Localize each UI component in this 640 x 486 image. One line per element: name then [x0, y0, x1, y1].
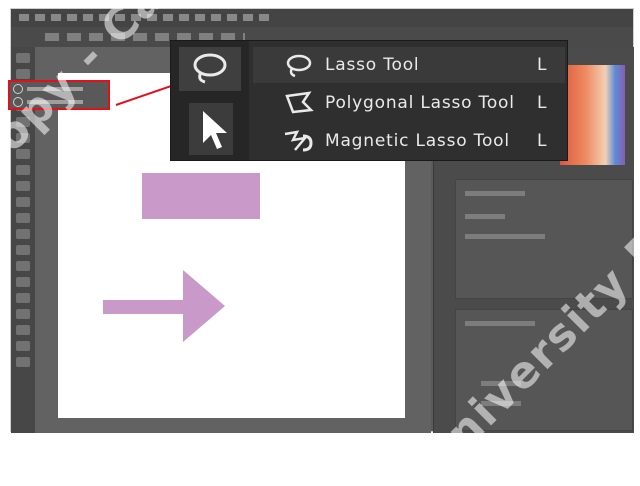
- layer-row[interactable]: [481, 381, 521, 386]
- magnetic-lasso-icon: [284, 130, 313, 152]
- tool-slot[interactable]: [16, 245, 30, 255]
- layer-row[interactable]: [481, 401, 521, 406]
- lasso-icon: [286, 54, 312, 78]
- panel-field: [465, 234, 545, 239]
- callout-text: [27, 99, 83, 104]
- pointer-icon: [203, 111, 227, 149]
- menu-item-label: Lasso Tool: [325, 55, 420, 75]
- tool-slot[interactable]: [16, 133, 30, 143]
- panel-heading: [465, 191, 525, 196]
- lasso-icon: [193, 53, 227, 84]
- tool-slot[interactable]: [16, 197, 30, 207]
- lasso-tool-button[interactable]: [179, 47, 241, 91]
- callout-text: [27, 86, 83, 91]
- tool-slot[interactable]: [16, 69, 30, 79]
- lasso-icon: [13, 96, 23, 107]
- shortcut-key: L: [537, 55, 547, 75]
- lasso-icon: [13, 83, 23, 94]
- tool-slot[interactable]: [16, 229, 30, 239]
- layers-panel[interactable]: [455, 309, 633, 431]
- polygonal-lasso-icon: [285, 91, 314, 114]
- callout-row: [10, 95, 108, 108]
- lasso-tool-menu[interactable]: Lasso Tool L Polygonal Lasso Tool L Magn…: [170, 40, 568, 161]
- shortcut-key: L: [537, 93, 547, 113]
- menu-item-lasso[interactable]: Lasso Tool L: [253, 47, 565, 83]
- menu-item-magnetic-lasso[interactable]: Magnetic Lasso Tool L: [253, 123, 565, 159]
- panel-heading: [465, 321, 535, 326]
- tool-slot[interactable]: [16, 53, 30, 63]
- tool-slot[interactable]: [16, 277, 30, 287]
- tool-slot[interactable]: [16, 293, 30, 303]
- menu-item-polygonal-lasso[interactable]: Polygonal Lasso Tool L: [253, 85, 565, 121]
- tool-slot[interactable]: [16, 309, 30, 319]
- properties-panel[interactable]: [455, 179, 633, 299]
- shortcut-key: L: [537, 131, 547, 151]
- tool-slot[interactable]: [16, 213, 30, 223]
- highlighted-tool-callout: [8, 80, 110, 110]
- menu-item-label: Magnetic Lasso Tool: [325, 131, 510, 151]
- menu-bar[interactable]: [11, 9, 633, 27]
- tool-slot[interactable]: [16, 165, 30, 175]
- callout-row: [10, 82, 108, 95]
- tool-slot[interactable]: [16, 181, 30, 191]
- tool-slot[interactable]: [16, 325, 30, 335]
- arrow-shape[interactable]: [103, 264, 227, 348]
- menu-bar-items[interactable]: [19, 14, 269, 21]
- tool-slot[interactable]: [16, 117, 30, 127]
- tool-slot[interactable]: [16, 261, 30, 271]
- panel-field: [465, 214, 505, 219]
- tool-slot[interactable]: [16, 341, 30, 351]
- tool-slot[interactable]: [16, 357, 30, 367]
- menu-item-label: Polygonal Lasso Tool: [325, 93, 515, 113]
- color-swatches[interactable]: [560, 65, 625, 165]
- move-tool-button[interactable]: [189, 103, 233, 155]
- rectangle-shape[interactable]: [142, 173, 260, 219]
- menu-tool-strip: [171, 41, 249, 160]
- tool-slot[interactable]: [16, 149, 30, 159]
